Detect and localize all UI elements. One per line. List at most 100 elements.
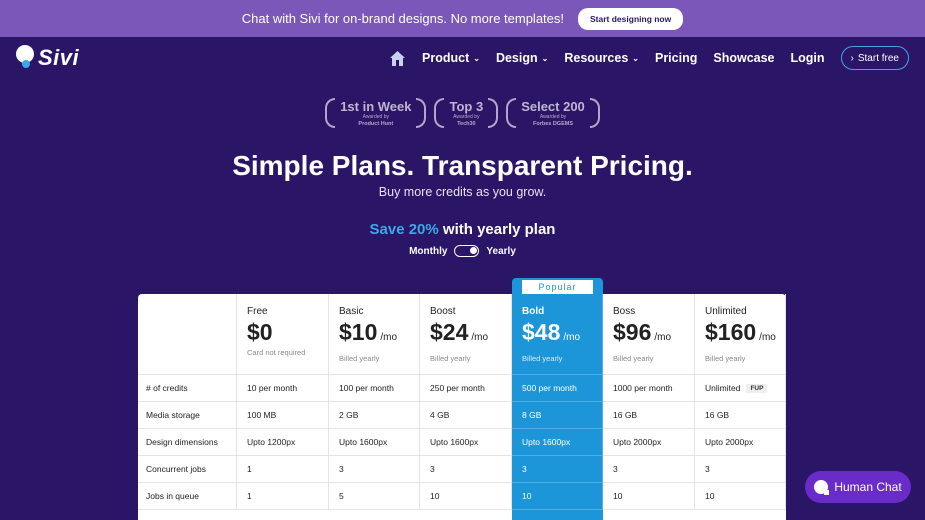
laurel-icon [589,98,600,128]
feature-value: 250 per month [420,375,512,402]
start-free-label: Start free [857,52,899,64]
feature-value: 5 [329,483,420,510]
nav-item-design[interactable]: Design ⌄ [496,51,548,65]
feature-value: 10 [695,483,786,510]
feature-value-text: Unlimited [705,383,741,393]
nav-item-label: Resources [564,51,629,65]
plan-period: /mo [471,332,489,343]
plan-name: Unlimited [705,306,747,317]
feature-value-text: 1 [247,464,252,474]
feature-value: 3 [512,456,603,483]
laurel-icon [506,98,517,128]
logo-icon [16,45,36,71]
feature-value-text: 1000 per month [613,383,673,393]
feature-value-text: Upto 1600px [339,437,388,447]
plan-name: Boss [613,306,636,317]
plan-header-boss: Boss $96/mo Billed yearly [603,294,695,375]
popular-badge: Popular [522,279,593,294]
feature-value-text: 10 [613,491,623,501]
plan-price-row: $24/mo [430,319,488,351]
plan-price-row: $0 [247,319,273,345]
plan-header-unlimited: Unlimited $160/mo Billed yearly [695,294,786,375]
feature-value: 3 [695,456,786,483]
nav-item-label: Design [495,51,538,65]
chevron-down-icon: ⌄ [541,53,549,63]
start-designing-button[interactable]: Start designing now [578,7,684,30]
pricing-grid: Free $0 Card not required Basic $10/mo Billed… [138,294,786,510]
feature-value-text: Upto 1200px [247,437,296,447]
feature-value: 500 per month [512,375,603,402]
logo-text: Sivi [38,45,80,70]
plan-price: $160 [705,319,757,345]
plan-name: Boost [430,306,456,317]
start-free-button[interactable]: › Start free [840,46,909,70]
plan-billing-note: Card not required [247,348,306,357]
monthly-label[interactable]: Monthly [409,246,447,257]
feature-value-text: 3 [613,464,618,474]
award-title: Top 3 [449,98,484,114]
chevron-down-icon: ⌄ [632,53,639,63]
human-chat-button[interactable]: Human Chat [805,471,911,503]
plan-billing-note: Billed yearly [705,354,746,363]
banner-text: Chat with Sivi for on-brand designs. No … [241,11,565,26]
feature-label: Jobs in queue [138,483,237,510]
feature-value: 4 GB [420,402,512,429]
feature-value: 8 GB [512,402,603,429]
feature-value-text: Upto 1600px [430,437,479,447]
home-icon[interactable] [388,49,406,67]
award-source: Tech30 [457,120,476,127]
feature-value: 1 [237,483,329,510]
feature-value-text: 10 [705,491,715,501]
plan-header-free: Free $0 Card not required [237,294,329,375]
nav-item-product[interactable]: Product ⌄ [422,51,480,65]
nav-item-showcase[interactable]: Showcase [713,51,774,65]
laurel-icon [325,98,336,128]
laurel-icon [434,98,445,128]
top-nav: Sivi Product ⌄ Design ⌄ Resources ⌄ Pricing… [0,37,925,81]
feature-value-text: 250 per month [430,383,485,393]
feature-value: 3 [603,456,695,483]
plan-header-bold: Bold $48/mo Billed yearly [512,294,603,375]
plan-price-row: $48/mo [522,319,580,351]
award-title: 1st in Week [340,98,412,114]
feature-value-text: 10 [522,491,532,501]
feature-value-text: 3 [339,464,344,474]
feature-value-text: 16 GB [705,410,730,420]
yearly-label[interactable]: Yearly [486,246,515,257]
nav-item-pricing[interactable]: Pricing [655,51,697,65]
feature-value: Upto 1600px [329,429,420,456]
award-title: Select 200 [521,98,585,114]
feature-value: Upto 1600px [512,429,603,456]
nav-menu: Product ⌄ Design ⌄ Resources ⌄ Pricing Show… [388,46,909,70]
feature-value: Upto 2000px [695,429,786,456]
feature-value-text: Upto 2000px [613,437,662,447]
feature-value-text: 3 [522,464,527,474]
nav-item-login[interactable]: Login [791,51,825,65]
chat-bubble-icon [814,480,830,495]
plan-period: /mo [759,332,776,343]
plan-price: $48 [522,319,561,345]
award-subtitle: Awarded by [453,113,480,120]
feature-label: Design dimensions [138,429,237,456]
human-chat-label: Human Chat [834,480,902,494]
plan-period: /mo [563,332,581,343]
billing-toggle[interactable] [454,245,480,257]
plan-name: Bold [522,306,545,317]
feature-value: 2 GB [329,402,420,429]
award-badge: Top 3 Awarded by Tech30 [434,98,499,128]
billing-toggle-row: Monthly Yearly [0,245,925,257]
plan-price-row: $96/mo [613,319,671,351]
feature-label: Concurrent jobs [138,456,237,483]
feature-value-text: 8 GB [522,410,542,420]
nav-item-label: Product [422,51,470,65]
feature-value: 1 [237,456,329,483]
page-subtitle: Buy more credits as you grow. [378,185,547,199]
save-message: Save 20% with yearly plan [0,221,925,238]
plan-price: $24 [430,319,469,345]
logo[interactable]: Sivi [16,45,79,71]
fup-badge: FUP [746,383,768,393]
award-source: Product Hunt [358,120,394,127]
feature-value: 100 per month [329,375,420,402]
nav-item-resources[interactable]: Resources ⌄ [564,51,639,65]
plan-billing-note: Billed yearly [430,354,471,363]
